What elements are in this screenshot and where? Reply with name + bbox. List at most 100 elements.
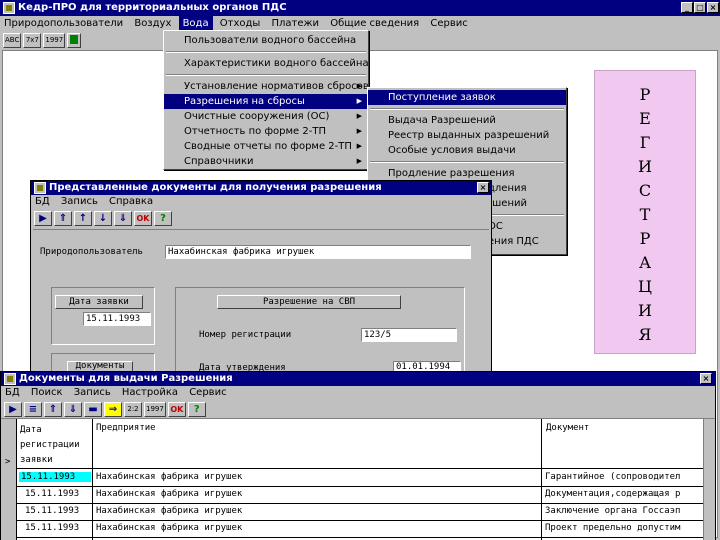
- issue-window-icon: [4, 373, 16, 385]
- menu-item-harakteristiki[interactable]: Характеристики водного бассейна: [164, 56, 369, 71]
- submenu-item-postuplenie[interactable]: Поступление заявок: [368, 90, 566, 105]
- issue-year-button[interactable]: 1997: [144, 401, 166, 417]
- docs-prev-button[interactable]: ↑: [74, 210, 92, 226]
- row-company-cell: Нахабинская фабрика игрушек: [96, 489, 243, 499]
- menu-othody[interactable]: Отходы: [216, 16, 265, 31]
- docs-titlebar: Представленные документы для получения р…: [31, 181, 491, 195]
- issue-ok-button[interactable]: OK: [167, 401, 186, 417]
- issue-first-button[interactable]: ⇑: [44, 401, 62, 417]
- menu-item-normativy[interactable]: Установление нормативов сбросов ▶: [164, 79, 369, 94]
- menu-item-polzovateli-bass[interactable]: Пользователи водного бассейна: [164, 33, 368, 48]
- docs-window-icon: [34, 182, 46, 194]
- docs-menu-bd[interactable]: БД: [31, 195, 54, 209]
- issue-close-button[interactable]: ×: [700, 373, 712, 384]
- table-row[interactable]: 15.11.1993 Нахабинская фабрика игрушек З…: [17, 504, 703, 521]
- submenu-item-vydacha[interactable]: Выдача Разрешений: [368, 113, 566, 128]
- abc-button[interactable]: ABC: [3, 32, 22, 48]
- reg-number-label: Номер регистрации: [199, 330, 292, 340]
- menu-vozduh[interactable]: Воздух: [130, 16, 175, 31]
- menu-prirodopolzovateli[interactable]: Природопользователи: [0, 16, 127, 31]
- nature-user-label: Природопользователь: [40, 247, 143, 257]
- banner-letter: И: [638, 301, 652, 320]
- docs-close-button[interactable]: ×: [477, 182, 489, 193]
- menu-item-svodnye[interactable]: Сводные отчеты по форме 2-ТП ▶: [164, 139, 368, 154]
- reg-number-field[interactable]: 123/5: [361, 328, 457, 342]
- issue-toolbar: ▶ ≡ ⇑ ⇓ ▬ ⇒ 2:2 1997 OK ?: [1, 400, 715, 418]
- issue-goto-button[interactable]: ⇒: [104, 401, 122, 417]
- menu-separator: [166, 51, 366, 53]
- issue-title: Документы для выдачи Разрешения: [19, 373, 233, 384]
- issue-menu-poisk[interactable]: Поиск: [27, 386, 67, 400]
- menu-item-spravochniki[interactable]: Справочники ▶: [164, 154, 368, 169]
- permit-header: Разрешение на СВП: [217, 295, 401, 309]
- issue-help-button[interactable]: ?: [187, 401, 206, 417]
- registration-banner: Р Е Г И С Т Р А Ц И Я: [594, 70, 696, 354]
- issue-grid: > Дата регистрации заявки Предприятие До…: [1, 418, 715, 540]
- menu-separator: [370, 108, 564, 110]
- table-row[interactable]: 15.11.1993 Нахабинская фабрика игрушек Д…: [17, 487, 703, 504]
- menu-separator: [166, 74, 366, 76]
- menu-servis[interactable]: Сервис: [426, 16, 471, 31]
- banner-letter: Я: [638, 325, 652, 344]
- menu-voda[interactable]: Вода: [178, 16, 213, 31]
- menu-obshchie-svedeniya[interactable]: Общие сведения: [326, 16, 423, 31]
- table-row[interactable]: 15.11.1993 Нахабинская фабрика игрушек Г…: [17, 470, 703, 487]
- row-document-cell: Документация,содержащая р: [545, 489, 681, 499]
- issue-ratio-button[interactable]: 2:2: [124, 401, 142, 417]
- issue-menu-bd[interactable]: БД: [1, 386, 24, 400]
- main-titlebar: Кедр-ПРО для территориальных органов ПДС…: [0, 0, 720, 16]
- exit-icon[interactable]: [67, 32, 82, 48]
- menu-item-otchetnost[interactable]: Отчетность по форме 2-ТП ▶: [164, 124, 368, 139]
- issue-last-button[interactable]: ⇓: [64, 401, 82, 417]
- banner-letter: Р: [639, 85, 651, 104]
- menu-item-razresheniya[interactable]: Разрешения на сбросы ▶: [164, 94, 368, 109]
- application-date-field[interactable]: 15.11.1993: [83, 312, 151, 326]
- docs-ok-button[interactable]: OK: [134, 210, 152, 226]
- banner-letter: Р: [639, 229, 651, 248]
- menu-item-ochistnye[interactable]: Очистные сооружения (ОС) ▶: [164, 109, 368, 124]
- issue-menubar: БД Поиск Запись Настройка Сервис: [1, 386, 715, 400]
- submenu-item-osobye[interactable]: Особые условия выдачи: [368, 143, 566, 158]
- docs-menu-spravka[interactable]: Справка: [105, 195, 157, 209]
- close-button[interactable]: ×: [707, 2, 719, 13]
- docs-current-record-button[interactable]: ▶: [34, 210, 52, 226]
- row-marker: >: [5, 457, 11, 467]
- issue-menu-zapis[interactable]: Запись: [70, 386, 115, 400]
- row-document-cell: Проект предельно допустим: [545, 523, 681, 533]
- docs-next-button[interactable]: ↓: [94, 210, 112, 226]
- column-header-company[interactable]: Предприятие: [96, 423, 156, 433]
- table-row[interactable]: 15.11.1993 Нахабинская фабрика игрушек П…: [17, 521, 703, 538]
- main-title: Кедр-ПРО для территориальных органов ПДС: [18, 2, 287, 13]
- column-header-date[interactable]: Дата регистрации заявки: [20, 423, 92, 468]
- voda-dropdown: Пользователи водного бассейна Характерис…: [163, 30, 369, 170]
- docs-menu-zapis[interactable]: Запись: [57, 195, 102, 209]
- submenu-item-prodlenie[interactable]: Продление разрешения: [368, 166, 566, 181]
- maximize-button[interactable]: □: [694, 2, 706, 13]
- grid-scrollbar[interactable]: [703, 419, 715, 540]
- issue-window: Документы для выдачи Разрешения × БД Пои…: [0, 371, 716, 540]
- column-header-document[interactable]: Документ: [546, 423, 589, 433]
- docs-first-button[interactable]: ⇑: [54, 210, 72, 226]
- minimize-button[interactable]: _: [681, 2, 693, 13]
- nature-user-field[interactable]: Нахабинская фабрика игрушек: [165, 245, 471, 259]
- menu-platezhi[interactable]: Платежи: [268, 16, 324, 31]
- matrix-button[interactable]: 7x7: [23, 32, 42, 48]
- docs-toolbar: ▶ ⇑ ↑ ↓ ⇓ OK ?: [31, 209, 491, 227]
- issue-current-record-button[interactable]: ▶: [4, 401, 22, 417]
- banner-letter: Г: [639, 133, 651, 152]
- year-button[interactable]: 1997: [43, 32, 66, 48]
- menu-separator: [370, 161, 564, 163]
- issue-menu-servis[interactable]: Сервис: [185, 386, 230, 400]
- issue-list-button[interactable]: ≡: [24, 401, 42, 417]
- row-document-cell: Гарантийное (сопроводител: [545, 472, 681, 482]
- banner-letter: И: [638, 157, 652, 176]
- submenu-item-reestr[interactable]: Реестр выданных разрешений: [368, 128, 566, 143]
- issue-menu-nastroyka[interactable]: Настройка: [118, 386, 182, 400]
- docs-help-button[interactable]: ?: [154, 210, 172, 226]
- issue-form-button[interactable]: ▬: [84, 401, 102, 417]
- row-company-cell: Нахабинская фабрика игрушек: [96, 523, 243, 533]
- row-date-cell: 15.11.1993: [25, 506, 80, 516]
- row-document-cell: Заключение органа Госсаэп: [545, 506, 681, 516]
- banner-letter: С: [638, 181, 652, 200]
- docs-last-button[interactable]: ⇓: [114, 210, 132, 226]
